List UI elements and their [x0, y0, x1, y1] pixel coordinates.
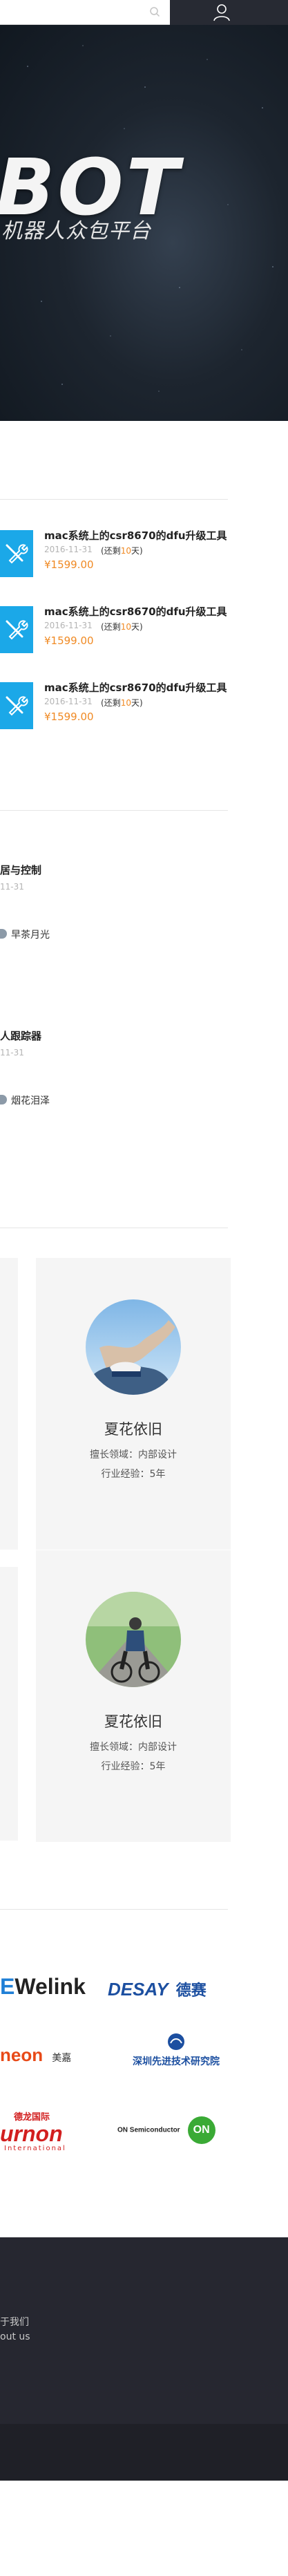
partner-logo-ewelink[interactable]: EeWelinkWelink [0, 1974, 86, 2002]
siat-emblem-icon [168, 2033, 184, 2050]
task-item[interactable]: mac系统上的csr8670的dfu升级工具 2016-11-31 (还剩10天… [0, 680, 238, 742]
user-icon[interactable] [211, 2, 232, 23]
designer-experience: 行业经验：5年 [101, 1761, 166, 1772]
task-price: ¥1599.00 [44, 634, 94, 647]
task-date: 2016-11-31 [44, 545, 93, 554]
task-title[interactable]: mac系统上的csr8670的dfu升级工具 [44, 680, 227, 695]
task-remaining: (还剩10天) [101, 698, 143, 708]
designer-card-partial [0, 1258, 18, 1550]
project-title[interactable]: 人跟踪器 [0, 1028, 41, 1043]
designer-name: 夏花依旧 [104, 1421, 162, 1438]
project-title[interactable]: 居与控制 [0, 863, 41, 877]
project-user[interactable]: 早茶月光 [0, 925, 138, 944]
designer-card[interactable]: 夏花依旧 擅长领域：内部设计 行业经验：5年 [36, 1550, 231, 1842]
designer-experience: 行业经验：5年 [101, 1469, 166, 1480]
avatar [0, 929, 7, 939]
search-input[interactable] [6, 0, 144, 23]
divider [0, 499, 228, 500]
task-item[interactable]: mac系统上的csr8670的dfu升级工具 2016-11-31 (还剩10天… [0, 528, 238, 590]
search-icon[interactable] [149, 6, 160, 17]
project-date: 11-31 [0, 882, 24, 892]
partner-logo-onsemi[interactable]: ON Semiconductor ON [117, 2116, 228, 2147]
avatar [0, 1095, 7, 1104]
project-user-name: 烟花泪泽 [11, 1096, 50, 1107]
designer-card[interactable]: 夏花依旧 擅长领域：内部设计 行业经验：5年 [36, 1258, 231, 1550]
task-remaining: (还剩10天) [101, 546, 143, 556]
partner-logo-desay[interactable]: DESAY 德赛 [108, 1978, 232, 2002]
tools-icon [6, 696, 28, 716]
search-box[interactable] [0, 0, 170, 25]
task-remaining: (还剩10天) [101, 622, 143, 632]
hero-subtitle: 机器人众包平台 [1, 219, 151, 243]
project-user[interactable]: 烟花泪泽 [0, 1091, 138, 1110]
designer-field: 擅长领域：内部设计 [90, 1449, 177, 1460]
tools-icon [6, 544, 28, 564]
task-title[interactable]: mac系统上的csr8670的dfu升级工具 [44, 528, 227, 543]
onsemi-badge: ON [187, 2116, 215, 2144]
partner-logo-neon[interactable]: neon 美嘉 [0, 2044, 83, 2072]
designer-avatar [86, 1299, 181, 1395]
project-user-name: 早茶月光 [11, 930, 50, 941]
divider [0, 810, 228, 811]
project-date: 11-31 [0, 1048, 24, 1057]
divider [0, 1909, 228, 1910]
footer-link-about-cn[interactable]: 于我们 [0, 2315, 29, 2329]
designer-name: 夏花依旧 [104, 1713, 162, 1730]
task-date: 2016-11-31 [44, 621, 93, 630]
task-thumbnail [0, 530, 33, 577]
designer-avatar [86, 1592, 181, 1687]
tools-icon [6, 620, 28, 640]
footer-bottom-bar [0, 2424, 288, 2481]
task-title[interactable]: mac系统上的csr8670的dfu升级工具 [44, 604, 227, 619]
designer-card-partial [0, 1567, 18, 1841]
designer-field: 擅长领域：内部设计 [90, 1742, 177, 1753]
task-price: ¥1599.00 [44, 711, 94, 723]
task-thumbnail [0, 682, 33, 729]
footer: 于我们 out us [0, 2237, 288, 2424]
partner-logo-siat[interactable]: 深圳先进技术研究院 [117, 2032, 235, 2071]
hero-banner: BOT 机器人众包平台 [0, 25, 288, 421]
task-date: 2016-11-31 [44, 697, 93, 706]
partner-logo-durnon[interactable]: 德龙国际 urnon International [0, 2109, 83, 2152]
footer-link-about-en[interactable]: out us [0, 2331, 30, 2342]
task-price: ¥1599.00 [44, 558, 94, 571]
top-bar [0, 0, 288, 25]
task-thumbnail [0, 606, 33, 653]
task-item[interactable]: mac系统上的csr8670的dfu升级工具 2016-11-31 (还剩10天… [0, 604, 238, 666]
